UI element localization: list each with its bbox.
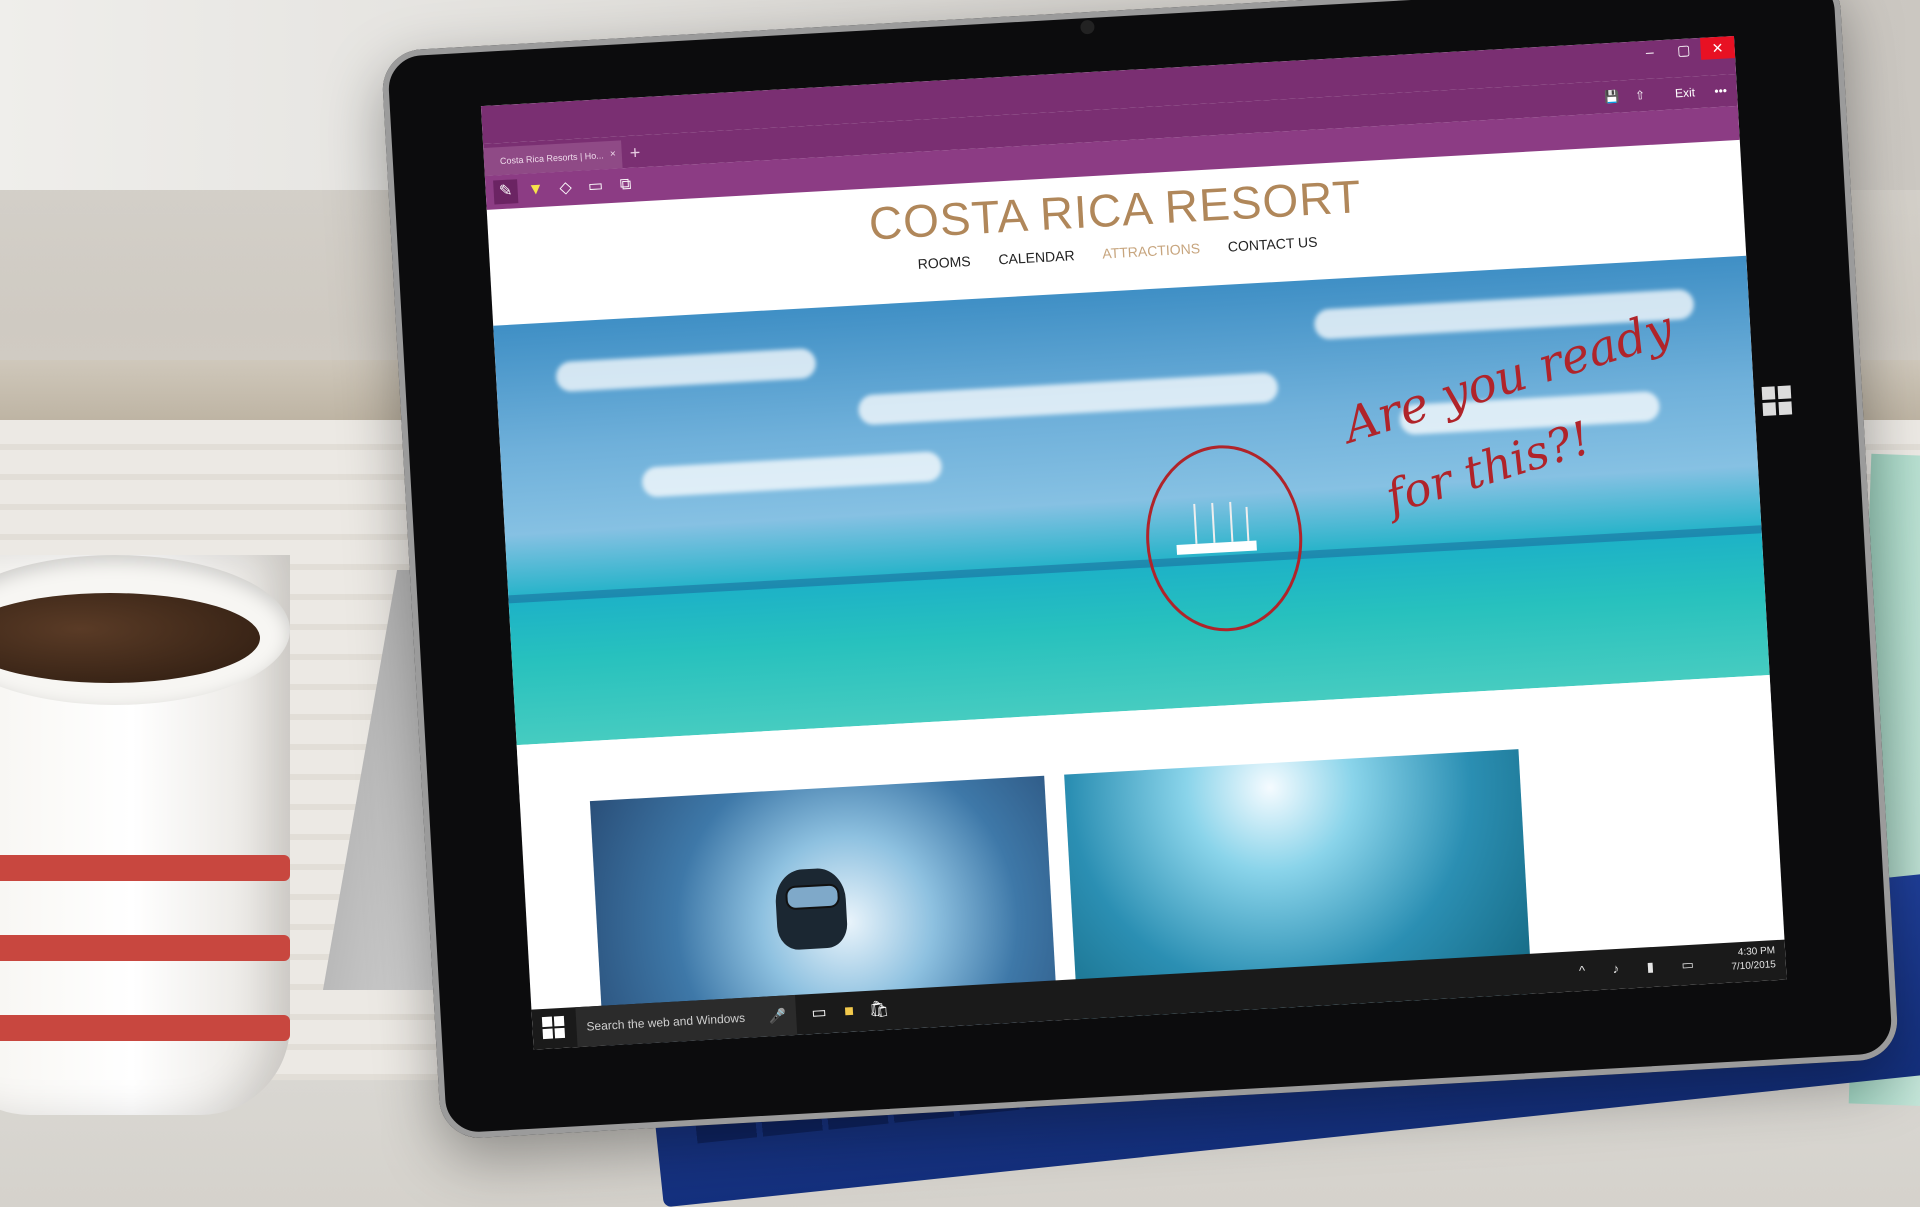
windows-logo-part [1778,401,1793,416]
cup-stripe [0,935,290,961]
minimize-button[interactable]: – [1632,40,1667,64]
tab-title: Costa Rica Resorts | Ho... [499,150,605,167]
nav-calendar[interactable]: CALENDAR [998,247,1075,267]
pen-icon[interactable]: ✎ [493,179,519,205]
windows-logo-part [1777,385,1792,400]
diver-figure [774,867,849,951]
maximize-button[interactable]: ▢ [1666,38,1701,62]
tablet: – ▢ ✕ Costa Rica Resorts | Ho... × + 💾 ⇧… [380,0,1900,1140]
nav-attractions[interactable]: ATTRACTIONS [1102,240,1200,261]
more-button[interactable]: ••• [1714,79,1728,104]
comment-icon[interactable]: ▭ [583,174,608,199]
nav-contact-us[interactable]: CONTACT US [1227,234,1317,255]
microphone-icon[interactable]: 🎤 [768,996,788,1037]
close-window-button[interactable]: ✕ [1700,36,1736,60]
nav-rooms[interactable]: ROOMS [917,253,971,272]
start-logo-part [542,1028,554,1040]
cloud [857,372,1279,426]
exit-button[interactable]: Exit [1674,80,1696,105]
diving-mask [784,883,841,911]
search-placeholder: Search the web and Windows [586,1010,746,1034]
start-button[interactable] [541,1015,567,1041]
horizon [508,525,1762,604]
share-icon[interactable]: ⇧ [1634,83,1646,108]
windows-logo-part [1762,402,1777,416]
highlighter-icon[interactable]: ▼ [523,178,548,203]
hero-image: Are you ready for this?! [493,255,1770,746]
cloud [555,347,817,393]
new-tab-button[interactable]: + [629,139,641,166]
screen: – ▢ ✕ Costa Rica Resorts | Ho... × + 💾 ⇧… [480,36,1787,1050]
store-icon[interactable]: 🛍 [867,999,890,1022]
windows-button[interactable] [1761,385,1794,417]
cup-stripe [0,855,290,881]
system-tray-icons[interactable]: ^ ♪ ▮ ▭ [1579,956,1707,979]
task-view-icon[interactable]: ▭ [808,1002,831,1025]
tab-close-icon[interactable]: × [609,141,616,169]
ink-circle-annotation [1141,441,1308,636]
clock[interactable]: 4:30 PM 7/10/2015 [1730,944,1776,974]
cup-stripe [0,1015,290,1041]
file-explorer-icon[interactable]: ■ [837,1000,860,1023]
windows-logo-part [1761,386,1776,401]
cloud [641,450,943,498]
save-icon[interactable]: 💾 [1604,85,1620,110]
date: 7/10/2015 [1731,959,1777,973]
start-logo-part [554,1027,566,1039]
start-logo-part [541,1016,553,1028]
start-logo-part [553,1015,565,1027]
coffee-cup [0,555,290,1115]
eraser-icon[interactable]: ◇ [553,176,578,201]
clip-icon[interactable]: ⧉ [613,172,638,197]
